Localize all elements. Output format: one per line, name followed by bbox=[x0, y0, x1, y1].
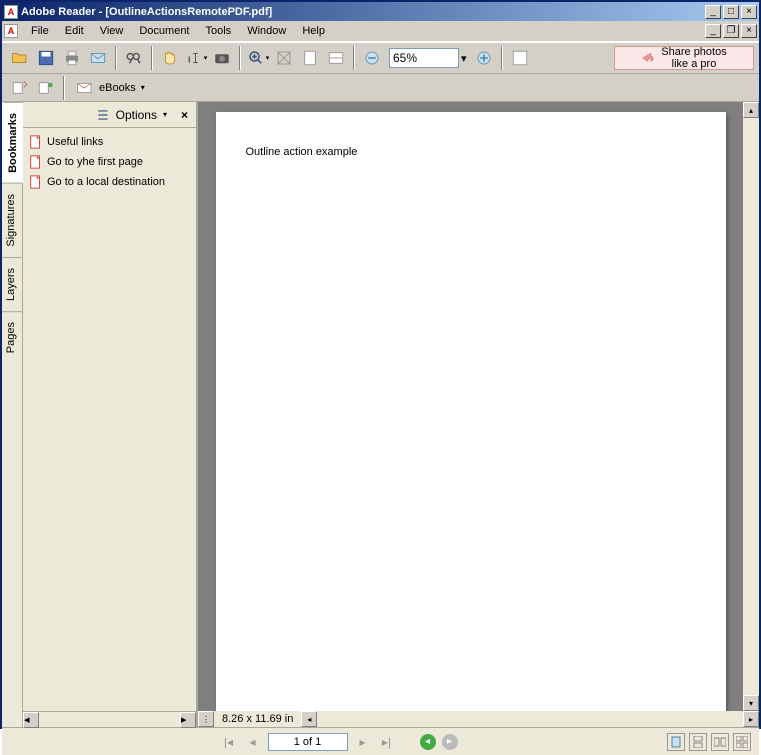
email-button[interactable] bbox=[85, 45, 111, 71]
pdf-page: Outline action example bbox=[216, 112, 726, 711]
menu-tools[interactable]: Tools bbox=[199, 23, 239, 39]
horizontal-scrollbar[interactable]: ⋮ 8.26 x 11.69 in ◂ ▸ bbox=[198, 711, 759, 727]
print-button[interactable] bbox=[59, 45, 85, 71]
hand-tool-button[interactable] bbox=[157, 45, 183, 71]
zoom-dropdown[interactable]: ▾ bbox=[461, 52, 467, 65]
forward-button[interactable]: ▸ bbox=[442, 734, 458, 750]
panel-close-button[interactable]: × bbox=[181, 108, 188, 122]
arrow-icon bbox=[641, 51, 655, 65]
tab-pages[interactable]: Pages bbox=[2, 311, 22, 363]
bookmark-icon bbox=[29, 135, 43, 149]
bookmark-item[interactable]: Go to a local destination bbox=[25, 172, 194, 192]
scroll-up-button[interactable]: ▴ bbox=[743, 102, 759, 118]
options-label[interactable]: Options bbox=[116, 108, 157, 122]
options-dropdown[interactable]: ▾ bbox=[163, 110, 167, 119]
prev-page-button[interactable]: ◂ bbox=[244, 733, 262, 751]
options-icon bbox=[96, 108, 110, 122]
zoom-in-button[interactable]: ▾ bbox=[245, 45, 271, 71]
open-button[interactable] bbox=[7, 45, 33, 71]
zoom-to-button[interactable] bbox=[271, 45, 297, 71]
menu-edit[interactable]: Edit bbox=[58, 23, 91, 39]
toolbar-button-1[interactable] bbox=[7, 75, 33, 101]
bookmarks-list: Useful links Go to yhe first page Go to … bbox=[23, 128, 196, 711]
menu-help[interactable]: Help bbox=[295, 23, 332, 39]
share-photos-button[interactable]: Share photoslike a pro bbox=[614, 46, 754, 70]
app-icon: A bbox=[4, 5, 18, 19]
menu-file[interactable]: File bbox=[24, 23, 56, 39]
ebooks-icon bbox=[76, 80, 94, 96]
page-content: Outline action example bbox=[246, 146, 696, 158]
last-page-button[interactable]: ▸| bbox=[378, 733, 396, 751]
titlebar: A Adobe Reader - [OutlineActionsRemotePD… bbox=[2, 2, 759, 21]
vertical-scrollbar[interactable]: ▴ ▾ bbox=[743, 102, 759, 711]
snapshot-tool-button[interactable] bbox=[209, 45, 235, 71]
close-button[interactable]: × bbox=[741, 5, 757, 19]
help-button[interactable] bbox=[507, 45, 533, 71]
tab-layers[interactable]: Layers bbox=[2, 257, 22, 311]
toolbars: I▾ ▾ 65% ▾ Share photoslike a pro eBooks… bbox=[2, 41, 759, 102]
tab-bookmarks[interactable]: Bookmarks bbox=[2, 102, 23, 183]
svg-text:I: I bbox=[188, 56, 190, 65]
page-dimensions: 8.26 x 11.69 in bbox=[214, 713, 301, 725]
tab-signatures[interactable]: Signatures bbox=[2, 183, 22, 257]
bookmark-icon bbox=[29, 175, 43, 189]
fit-page-button[interactable] bbox=[297, 45, 323, 71]
page-number-input[interactable]: 1 of 1 bbox=[268, 733, 348, 751]
bookmarks-hscroll[interactable]: ◂▸ bbox=[23, 711, 196, 727]
back-button[interactable]: ◂ bbox=[420, 734, 436, 750]
mdi-restore-button[interactable]: ❐ bbox=[723, 24, 739, 38]
mdi-minimize-button[interactable]: _ bbox=[705, 24, 721, 38]
window-title: Adobe Reader - [OutlineActionsRemotePDF.… bbox=[21, 6, 702, 18]
scroll-right-button[interactable]: ▸ bbox=[743, 711, 759, 727]
first-page-button[interactable]: |◂ bbox=[220, 733, 238, 751]
zoom-plus-button[interactable] bbox=[471, 45, 497, 71]
select-tool-button[interactable]: I▾ bbox=[183, 45, 209, 71]
statusbar: |◂ ◂ 1 of 1 ▸ ▸| ◂ ▸ bbox=[2, 727, 759, 755]
zoom-input[interactable]: 65% bbox=[389, 48, 459, 68]
toolbar-button-2[interactable] bbox=[33, 75, 59, 101]
continuous-view-button[interactable] bbox=[689, 733, 707, 751]
navigation-tabs: Bookmarks Signatures Layers Pages bbox=[2, 102, 23, 727]
bookmark-item[interactable]: Go to yhe first page bbox=[25, 152, 194, 172]
scroll-left-button[interactable]: ◂ bbox=[301, 711, 317, 727]
menu-window[interactable]: Window bbox=[240, 23, 293, 39]
menubar: A File Edit View Document Tools Window H… bbox=[2, 21, 759, 41]
mdi-close-button[interactable]: × bbox=[741, 24, 757, 38]
document-area: Outline action example ▴ ▾ ⋮ 8.26 x 11.6… bbox=[198, 102, 759, 727]
document-icon: A bbox=[4, 24, 18, 38]
fit-width-button[interactable] bbox=[323, 45, 349, 71]
zoom-out-button[interactable] bbox=[359, 45, 385, 71]
facing-view-button[interactable] bbox=[711, 733, 729, 751]
page-navigation: |◂ ◂ 1 of 1 ▸ ▸| ◂ ▸ bbox=[220, 733, 458, 751]
minimize-button[interactable]: _ bbox=[705, 5, 721, 19]
main-area: Bookmarks Signatures Layers Pages Option… bbox=[2, 102, 759, 727]
maximize-button[interactable]: □ bbox=[723, 5, 739, 19]
bookmarks-panel: Options ▾ × Useful links Go to yhe first… bbox=[23, 102, 198, 727]
hscroll-handle[interactable]: ⋮ bbox=[198, 711, 214, 727]
document-canvas[interactable]: Outline action example bbox=[198, 102, 743, 711]
bookmark-icon bbox=[29, 155, 43, 169]
next-page-button[interactable]: ▸ bbox=[354, 733, 372, 751]
single-page-view-button[interactable] bbox=[667, 733, 685, 751]
menu-document[interactable]: Document bbox=[132, 23, 196, 39]
view-mode-buttons bbox=[667, 733, 751, 751]
scroll-down-button[interactable]: ▾ bbox=[743, 695, 759, 711]
bookmark-item[interactable]: Useful links bbox=[25, 132, 194, 152]
save-button[interactable] bbox=[33, 45, 59, 71]
search-button[interactable] bbox=[121, 45, 147, 71]
ebooks-button[interactable]: eBooks ▾ bbox=[69, 76, 152, 100]
continuous-facing-view-button[interactable] bbox=[733, 733, 751, 751]
menu-view[interactable]: View bbox=[93, 23, 131, 39]
